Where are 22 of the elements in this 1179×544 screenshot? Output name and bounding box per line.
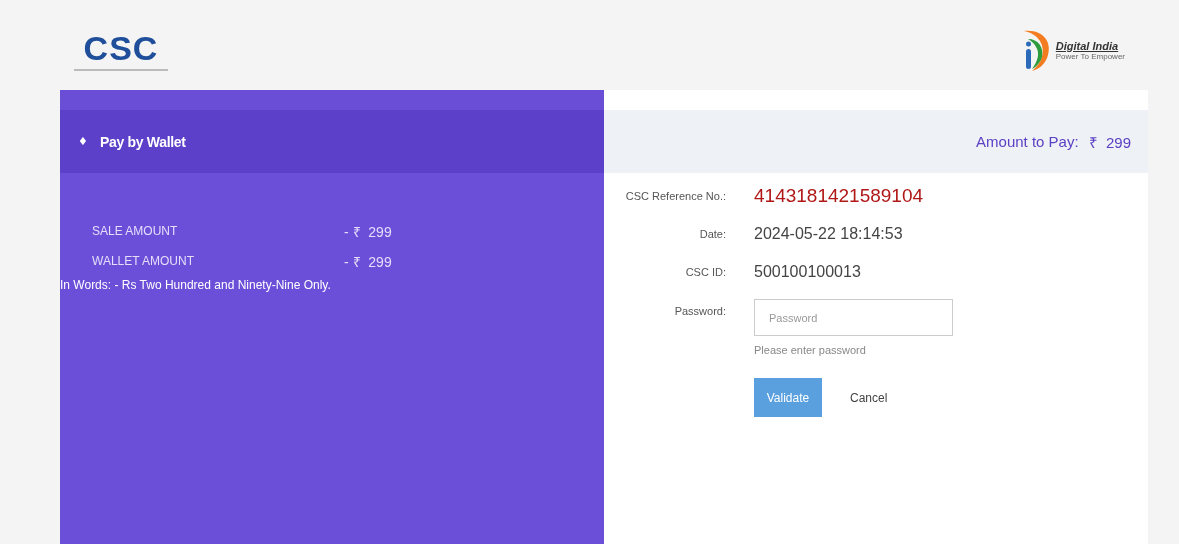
field-label: CSC Reference No.: <box>624 190 726 202</box>
cancel-button[interactable]: Cancel <box>830 390 908 405</box>
field-label: CSC ID: <box>684 266 726 278</box>
bullet-icon: ♦ <box>78 135 88 148</box>
amount-to-pay-value: ₹ 299 <box>1088 132 1131 152</box>
csc-logo: CSC <box>74 29 168 71</box>
amount-in-words: In Words: - Rs Two Hundred and Ninety-Nine Only. <box>60 278 332 292</box>
brand-title: Digital India <box>1055 39 1120 52</box>
section-title: Pay by Wallet <box>99 133 186 150</box>
field-value: 500100100013 <box>754 263 861 281</box>
brand-tagline: Power To Empower <box>1055 51 1125 61</box>
amount-value: - ₹ 299 <box>344 252 392 271</box>
amount-to-pay-label: Amount to Pay: <box>976 133 1079 150</box>
amount-label: SALE AMOUNT <box>92 224 179 238</box>
field-value: 2024-05-22 18:14:53 <box>754 225 903 243</box>
field-label: Date: <box>698 228 726 240</box>
field-hint: Please enter password <box>754 344 867 356</box>
password-field[interactable]: Password <box>754 299 953 336</box>
field-value: 4143181421589104 <box>754 185 924 207</box>
amount-value: - ₹ 299 <box>344 222 392 241</box>
field-label: Password: <box>673 305 726 317</box>
amount-label: WALLET AMOUNT <box>92 254 196 268</box>
